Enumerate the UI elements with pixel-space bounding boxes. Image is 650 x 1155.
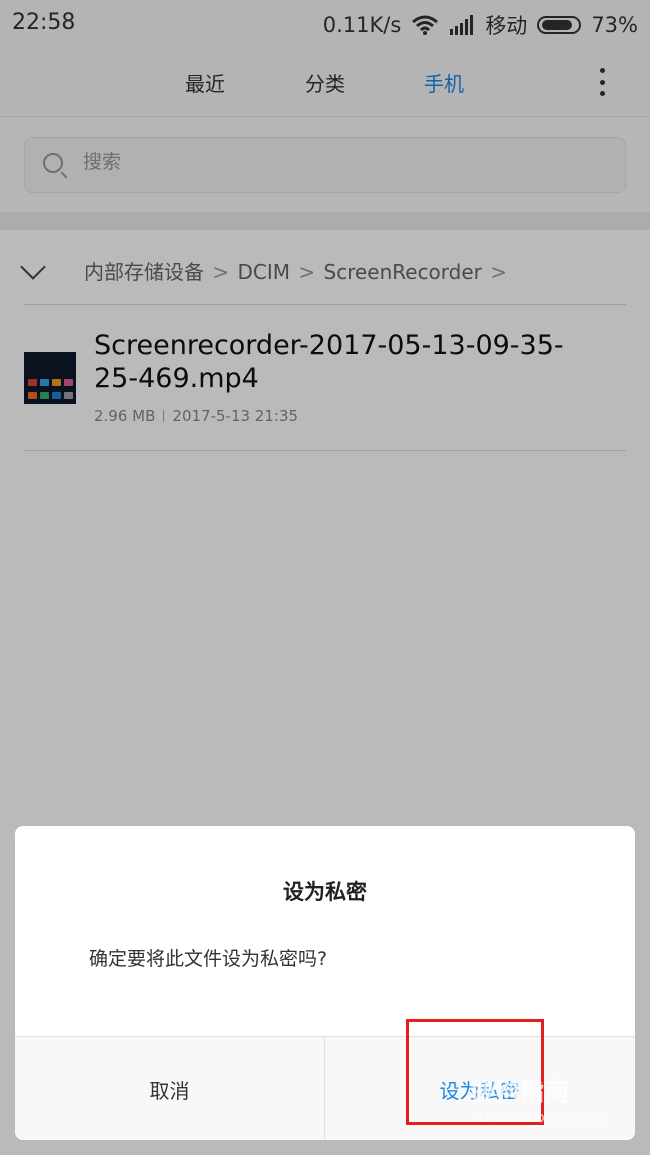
cancel-button[interactable]: 取消 [15, 1037, 325, 1140]
watermark: 搜狗指南 [470, 1078, 570, 1106]
dialog-title: 设为私密 [283, 880, 367, 904]
dialog-message: 确定要将此文件设为私密吗? [89, 948, 328, 970]
watermark-url: zhinan.sogou.com [478, 1110, 606, 1126]
